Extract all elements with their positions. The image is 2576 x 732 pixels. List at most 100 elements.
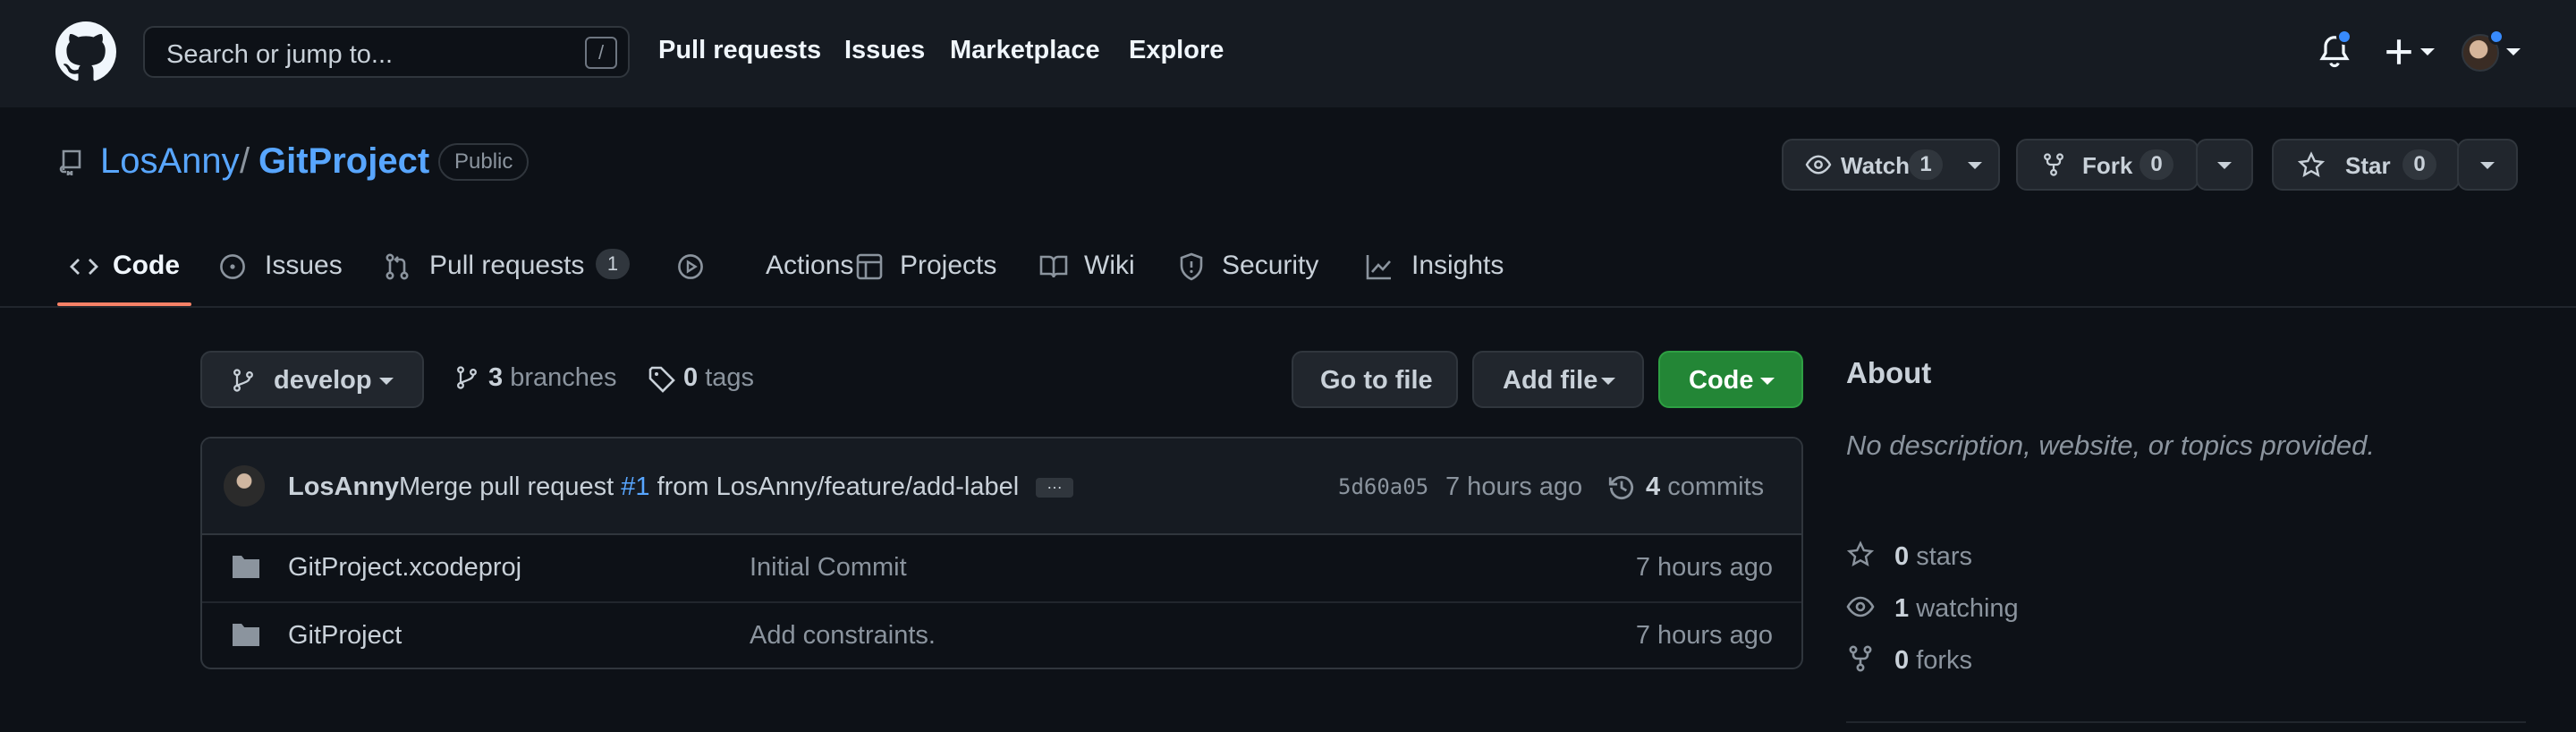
- branch-icon: [233, 369, 253, 392]
- watch-button-group: Watch 1: [1782, 139, 2000, 191]
- branch-select-button[interactable]: develop: [200, 351, 424, 408]
- code-button-label: Code: [1689, 366, 1754, 395]
- about-divider: [1846, 721, 2526, 723]
- tags-label: tags: [705, 363, 755, 392]
- tag-icon: [648, 366, 675, 393]
- tab-insights-label: Insights: [1411, 251, 1504, 280]
- repo-name-link[interactable]: GitProject: [258, 141, 429, 182]
- star-dropdown[interactable]: [2457, 139, 2518, 191]
- branch-name: develop: [274, 366, 372, 395]
- add-file-label: Add file: [1503, 366, 1598, 395]
- commit-time: 7 hours ago: [1445, 472, 1583, 501]
- file-row[interactable]: GitProject.xcodeproj Initial Commit 7 ho…: [202, 535, 1801, 601]
- watch-button[interactable]: Watch 1: [1784, 140, 1953, 189]
- eye-icon: [1805, 155, 1832, 174]
- commit-message-suffix: from LosAnny/feature/add-label: [657, 472, 1020, 501]
- watch-dropdown[interactable]: [1953, 140, 1998, 189]
- commit-pr-link[interactable]: #1: [621, 472, 649, 501]
- star-count: 0: [2402, 149, 2436, 180]
- chevron-down-icon: [2217, 162, 2232, 169]
- file-name-link[interactable]: GitProject.xcodeproj: [288, 553, 521, 583]
- fork-icon: [2044, 153, 2063, 176]
- tab-wiki-label: Wiki: [1084, 251, 1135, 280]
- search-placeholder: Search or jump to...: [166, 40, 394, 69]
- tags-count: 0: [683, 363, 699, 392]
- file-commit-message[interactable]: Initial Commit: [750, 553, 907, 583]
- pull-request-icon: [386, 253, 409, 280]
- tab-code-label: Code: [113, 251, 180, 280]
- branches-label: branches: [510, 363, 617, 392]
- fork-dropdown[interactable]: [2196, 139, 2253, 191]
- file-row[interactable]: GitProject Add constraints. 7 hours ago: [202, 601, 1801, 668]
- commit-hash-link[interactable]: 5d60a05: [1338, 474, 1428, 499]
- eye-icon: [1846, 596, 1875, 617]
- fork-label: Fork: [2082, 152, 2133, 179]
- nav-explore[interactable]: Explore: [1129, 36, 1224, 65]
- commits-link[interactable]: 4 commits: [1646, 472, 1764, 502]
- commit-expand-button[interactable]: …: [1036, 475, 1073, 498]
- pull-requests-count: 1: [596, 249, 630, 279]
- history-icon: [1608, 475, 1634, 499]
- watch-count: 1: [1909, 149, 1943, 180]
- global-header: Search or jump to... / Pull requests Iss…: [0, 0, 2576, 107]
- chevron-down-icon: [1760, 378, 1775, 385]
- tab-actions-label: Actions: [766, 251, 854, 280]
- play-icon: [678, 254, 703, 279]
- star-button[interactable]: Star 0: [2274, 140, 2458, 189]
- nav-pull-requests[interactable]: Pull requests: [658, 36, 821, 65]
- tab-issues-label: Issues: [265, 251, 343, 280]
- notification-dot: [2336, 29, 2352, 45]
- file-commit-time: 7 hours ago: [1635, 553, 1773, 582]
- commit-author-avatar[interactable]: [224, 465, 265, 506]
- star-label: Star: [2345, 152, 2391, 179]
- branches-count: 3: [488, 363, 504, 392]
- star-icon: [2297, 151, 2326, 177]
- file-name-link[interactable]: GitProject: [288, 621, 402, 651]
- commits-label: commits: [1667, 472, 1765, 501]
- github-logo-icon[interactable]: [55, 21, 116, 82]
- search-shortcut-key: /: [585, 37, 617, 69]
- file-commit-message[interactable]: Add constraints.: [750, 621, 936, 651]
- tab-pull-requests-label: Pull requests: [429, 251, 585, 280]
- watching-label: watching: [1916, 594, 2019, 623]
- star-button-group: Star 0: [2272, 139, 2460, 191]
- fork-count: 0: [2140, 149, 2174, 180]
- repo-icon: [57, 147, 86, 175]
- nav-marketplace[interactable]: Marketplace: [950, 36, 1100, 65]
- shield-icon: [1180, 252, 1203, 281]
- create-chevron-down-icon[interactable]: [2419, 43, 2436, 61]
- user-menu-chevron-down-icon[interactable]: [2504, 43, 2522, 61]
- file-browser: LosAnny Merge pull request #1 from LosAn…: [200, 437, 1803, 669]
- code-dropdown-button[interactable]: Code: [1658, 351, 1803, 408]
- chevron-down-icon: [1601, 378, 1615, 385]
- go-to-file-button[interactable]: Go to file: [1292, 351, 1458, 408]
- forks-count: 0: [1894, 646, 1910, 675]
- stars-count: 0: [1894, 542, 1910, 571]
- tab-projects-label: Projects: [900, 251, 997, 280]
- commits-count: 4: [1646, 472, 1661, 501]
- search-input[interactable]: Search or jump to... /: [143, 26, 630, 78]
- table-icon: [856, 253, 883, 280]
- commit-author-link[interactable]: LosAnny: [288, 472, 399, 502]
- code-icon: [70, 259, 98, 275]
- about-heading: About: [1846, 356, 1932, 389]
- chevron-down-icon: [379, 378, 394, 385]
- about-description: No description, website, or topics provi…: [1846, 430, 2376, 461]
- create-new-plus-icon[interactable]: [2379, 32, 2419, 72]
- file-commit-time: 7 hours ago: [1635, 621, 1773, 650]
- fork-button[interactable]: Fork 0: [2018, 140, 2197, 189]
- watching-count: 1: [1894, 594, 1910, 623]
- nav-issues[interactable]: Issues: [844, 36, 925, 65]
- stars-label: stars: [1916, 542, 1973, 571]
- chevron-down-icon: [1968, 162, 1982, 169]
- go-to-file-label: Go to file: [1320, 366, 1433, 395]
- graph-icon: [1366, 255, 1391, 280]
- branches-link[interactable]: 3 branches: [488, 363, 617, 393]
- add-file-button[interactable]: Add file: [1472, 351, 1644, 408]
- tags-link[interactable]: 0 tags: [683, 363, 754, 393]
- avatar-status-dot: [2488, 29, 2504, 45]
- fork-icon: [1849, 645, 1872, 672]
- fork-button-group: Fork 0: [2016, 139, 2199, 191]
- repo-owner-link[interactable]: LosAnny: [100, 141, 240, 182]
- star-icon: [1846, 540, 1875, 566]
